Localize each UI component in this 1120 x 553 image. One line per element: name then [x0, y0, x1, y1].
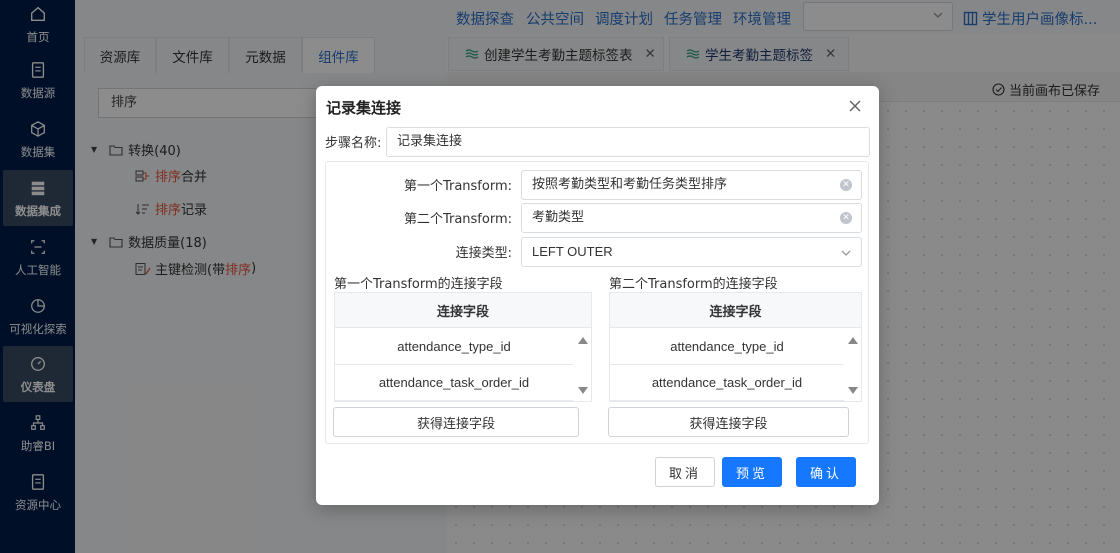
column-header: 连接字段 [335, 293, 591, 328]
cancel-button[interactable]: 取消 [655, 457, 715, 487]
scroll-down-icon[interactable] [578, 387, 588, 394]
second-transform-label: 第二个Transform: [403, 212, 512, 227]
second-transform-select[interactable]: 考勤类型 ✕ [521, 203, 862, 233]
join-type-label: 连接类型: [455, 246, 512, 261]
table-row[interactable]: attendance_type_id [335, 329, 573, 365]
scroll-up-icon[interactable] [848, 337, 858, 344]
clear-icon[interactable]: ✕ [840, 212, 852, 224]
first-transform-label: 第一个Transform: [403, 179, 512, 194]
clear-icon[interactable]: ✕ [840, 179, 852, 191]
table-row[interactable]: attendance_task_order_id [610, 365, 844, 401]
preview-button[interactable]: 预览 [722, 457, 782, 487]
left-fields-table: 连接字段 attendance_type_id attendance_task_… [334, 292, 592, 402]
right-fields-title: 第二个Transform的连接字段 [609, 277, 778, 292]
scroll-up-icon[interactable] [578, 337, 588, 344]
join-config-group: 第一个Transform: 按照考勤类型和考勤任务类型排序 ✕ 第二个Trans… [325, 161, 869, 444]
close-icon[interactable] [847, 98, 863, 114]
step-name-label: 步骤名称: [325, 136, 382, 151]
first-transform-select[interactable]: 按照考勤类型和考勤任务类型排序 ✕ [521, 170, 862, 200]
confirm-button[interactable]: 确认 [796, 457, 856, 487]
column-header: 连接字段 [610, 293, 861, 328]
left-fields-title: 第一个Transform的连接字段 [334, 277, 503, 292]
right-fields-table: 连接字段 attendance_type_id attendance_task_… [609, 292, 862, 402]
get-right-fields-button[interactable]: 获得连接字段 [608, 407, 849, 437]
dialog-title: 记录集连接 [326, 99, 402, 117]
join-dialog: 记录集连接 步骤名称: 记录集连接 第一个Transform: 按照考勤类型和考… [316, 86, 879, 505]
step-name-input[interactable]: 记录集连接 [386, 127, 870, 157]
table-row[interactable]: attendance_task_order_id [335, 365, 573, 401]
get-left-fields-button[interactable]: 获得连接字段 [333, 407, 579, 437]
table-row[interactable]: attendance_type_id [610, 329, 844, 365]
chevron-down-icon [841, 250, 851, 256]
join-type-select[interactable]: LEFT OUTER [521, 237, 862, 267]
scroll-down-icon[interactable] [848, 387, 858, 394]
